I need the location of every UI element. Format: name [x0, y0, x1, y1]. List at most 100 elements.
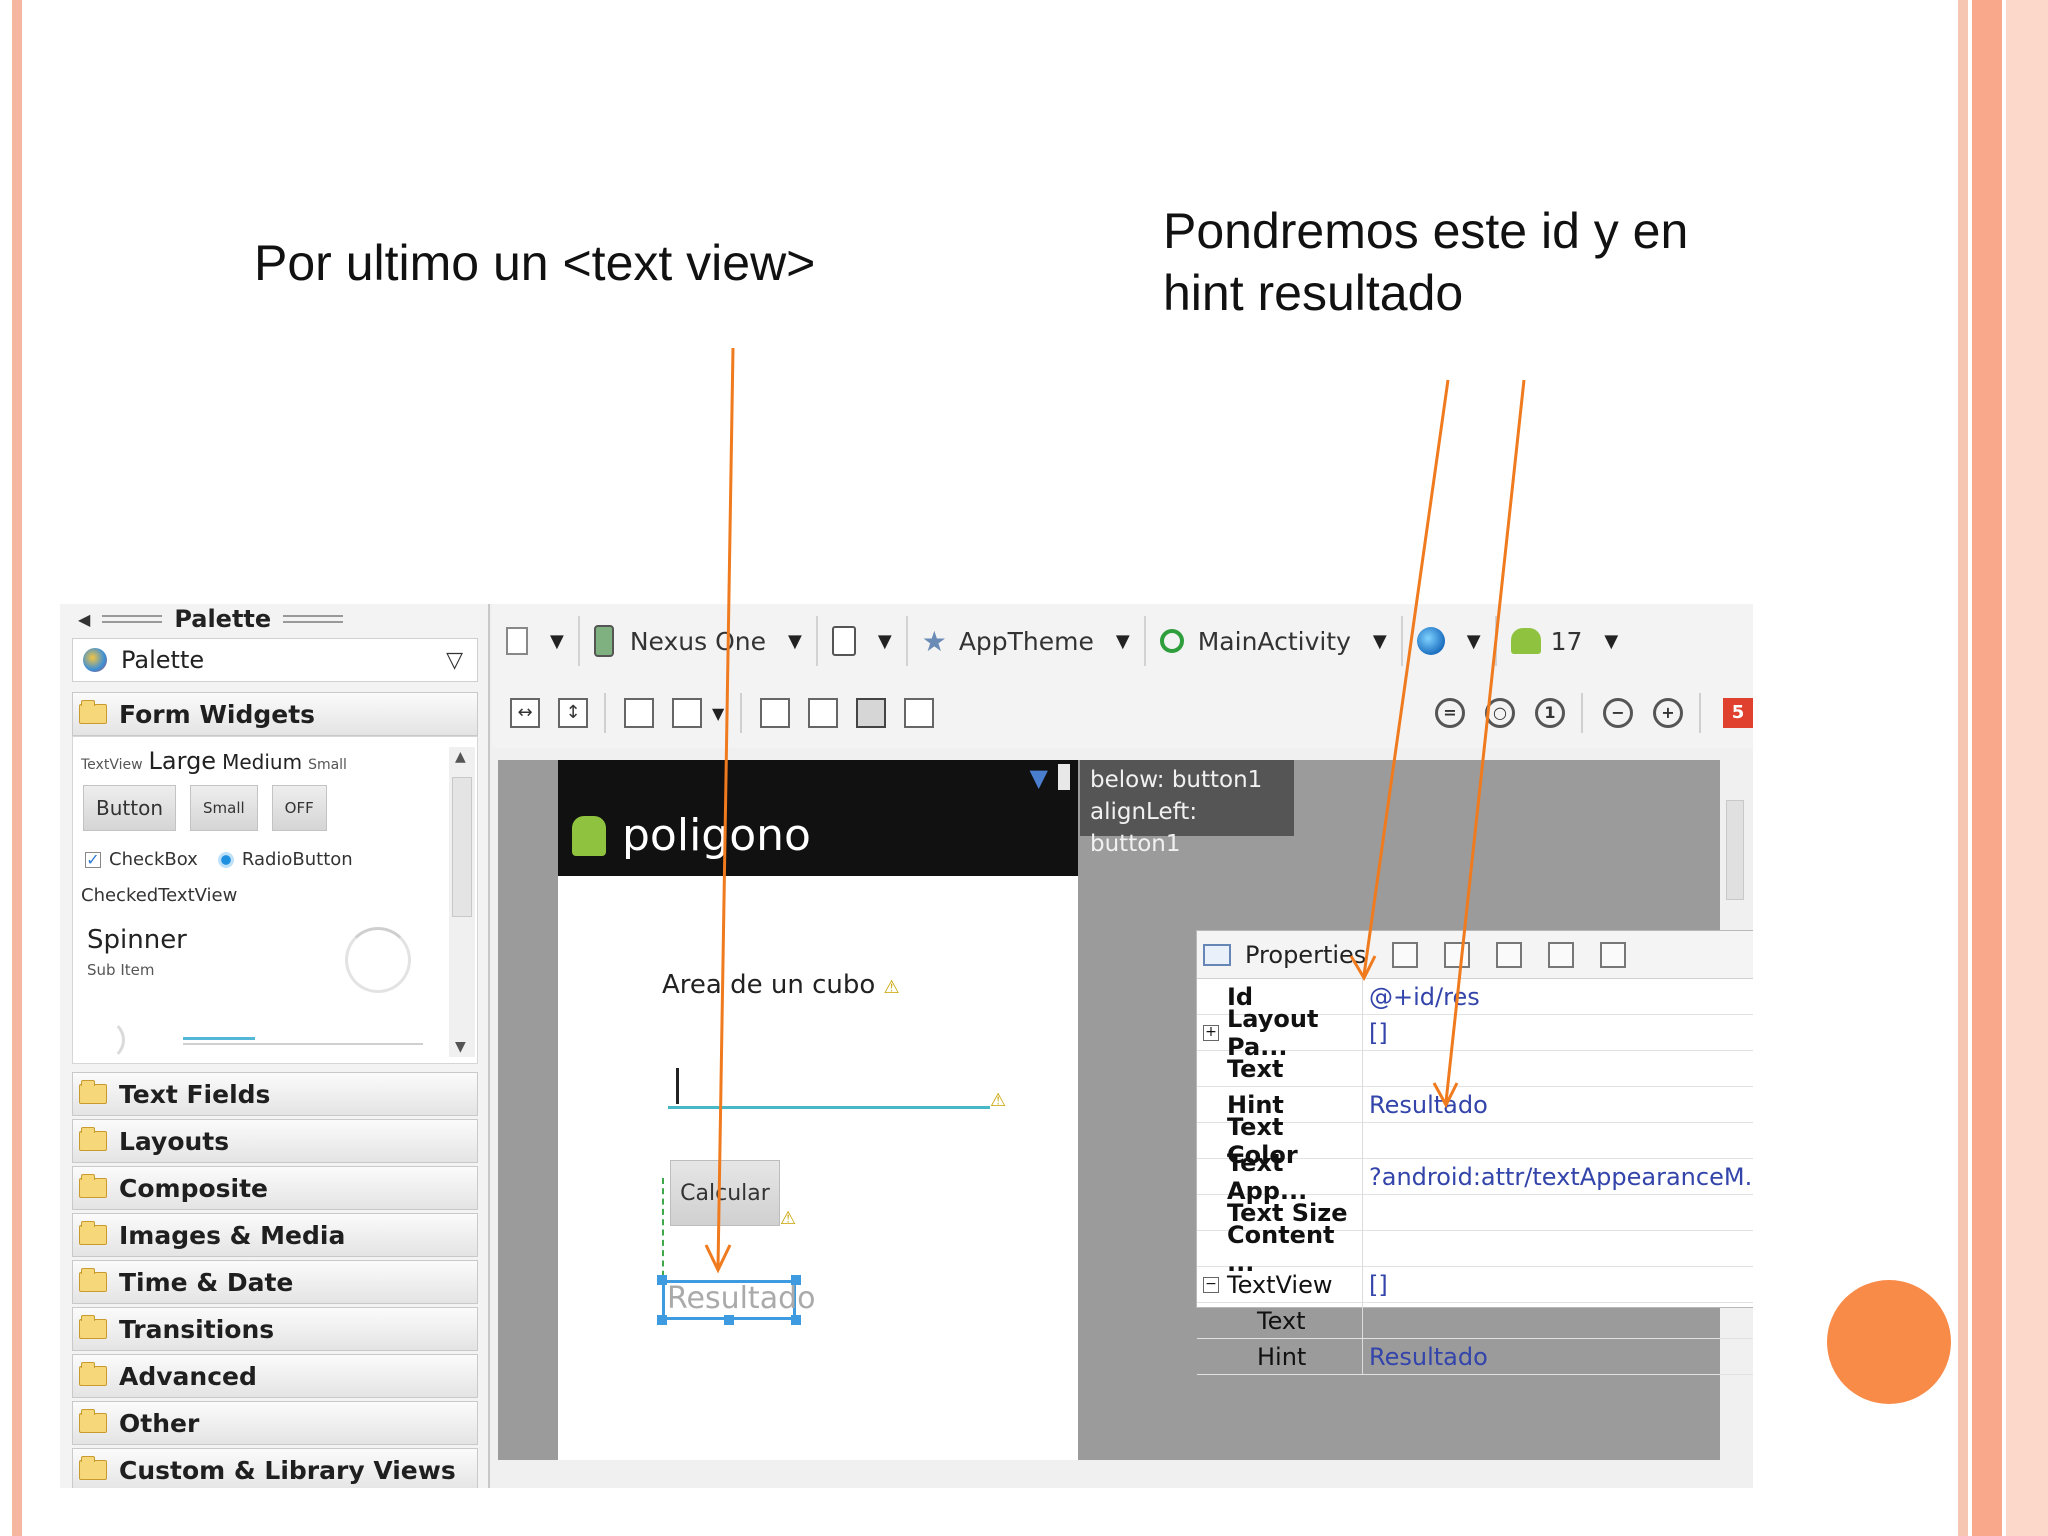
widget-progress-bar[interactable] [183, 1037, 255, 1040]
collapse-icon[interactable]: − [1203, 1277, 1219, 1293]
category-custom-library-views[interactable]: Custom & Library Views [72, 1448, 478, 1488]
widget-large-text[interactable]: Large [149, 747, 217, 775]
property-row[interactable]: Text… [1197, 1051, 1753, 1087]
advanced-properties-icon[interactable] [1496, 941, 1523, 968]
slide-right-stripe [2006, 0, 2048, 1536]
property-value[interactable] [1363, 1051, 1753, 1086]
property-row[interactable]: HintResultado… [1197, 1339, 1753, 1375]
category-label: Transitions [119, 1314, 275, 1344]
slide-left-border [12, 0, 22, 1536]
zoom-actual-icon[interactable]: 1 [1535, 698, 1565, 728]
resize-handle[interactable] [657, 1315, 667, 1325]
textview-area-label[interactable]: Area de un cubo ⚠ [662, 970, 900, 1000]
category-images-media[interactable]: Images & Media [72, 1213, 478, 1257]
widget-progress-large[interactable] [345, 927, 411, 993]
property-value[interactable]: @+id/res [1363, 979, 1753, 1014]
widget-checked-textview[interactable]: CheckedTextView [81, 885, 237, 906]
category-text-fields[interactable]: Text Fields [72, 1072, 478, 1116]
zoom-fit-icon[interactable]: = [1435, 698, 1465, 728]
widget-radiobutton[interactable]: RadioButton [242, 849, 353, 870]
resize-handle[interactable] [791, 1315, 801, 1325]
collapse-arrow-icon[interactable]: ◀ [78, 610, 90, 629]
widget-button[interactable]: Button [83, 785, 176, 831]
property-value[interactable] [1363, 1303, 1753, 1338]
widget-checkbox[interactable]: CheckBox [109, 849, 198, 870]
expand-icon[interactable]: + [1203, 1025, 1219, 1041]
widget-small-text[interactable]: Small [308, 757, 347, 773]
scroll-up-icon[interactable]: ▲ [455, 749, 466, 765]
tooltip-line: alignLeft: button1 [1090, 799, 1198, 857]
category-label: Text Fields [119, 1079, 271, 1109]
fill-width-icon[interactable]: ↔ [510, 698, 540, 728]
chevron-down-icon[interactable]: ▼ [712, 704, 724, 723]
property-value[interactable]: Resultado [1363, 1087, 1753, 1122]
category-layouts[interactable]: Layouts [72, 1119, 478, 1163]
folder-icon [79, 1127, 107, 1151]
resize-handle[interactable] [724, 1315, 734, 1325]
api-level-selector[interactable]: 17 ▼ [1497, 616, 1633, 666]
scroll-thumb[interactable] [452, 777, 472, 917]
category-transitions[interactable]: Transitions [72, 1307, 478, 1351]
selected-result-textview[interactable]: Resultado [662, 1280, 815, 1320]
widgets-scrollbar[interactable]: ▲ ▼ [449, 747, 475, 1057]
chevron-down-icon: ▼ [788, 630, 802, 652]
category-time-date[interactable]: Time & Date [72, 1260, 478, 1304]
category-other[interactable]: Other [72, 1401, 478, 1445]
property-value[interactable]: ?android:attr/textAppearanceM... [1363, 1159, 1753, 1194]
property-value[interactable]: [] [1363, 1015, 1753, 1050]
orientation-selector[interactable]: ▼ [818, 616, 908, 666]
activity-selector[interactable]: MainActivity ▼ [1146, 616, 1403, 666]
expand-icon[interactable] [672, 698, 702, 728]
star-icon: ★ [921, 624, 947, 658]
auto-connect-icon[interactable] [856, 698, 887, 728]
slide-right-stripe [1958, 0, 1968, 1536]
calcular-button[interactable]: Calcular [670, 1160, 780, 1226]
scroll-down-icon[interactable]: ▼ [455, 1039, 466, 1055]
locale-selector[interactable]: ▼ [1403, 616, 1497, 666]
resize-handle[interactable] [791, 1275, 801, 1285]
widget-textview[interactable]: TextView [81, 757, 143, 773]
property-row[interactable]: Text… [1197, 1303, 1753, 1339]
property-row[interactable]: − TextView[] [1197, 1267, 1753, 1303]
scroll-thumb[interactable] [1726, 800, 1744, 900]
edittext-input[interactable] [668, 1106, 990, 1109]
property-value[interactable] [1363, 1231, 1753, 1266]
property-row[interactable]: Text App... ?android:attr/textAppearanceM… [1197, 1149, 1753, 1205]
lint-warnings-badge[interactable]: 5 [1723, 698, 1753, 728]
align-center-icon[interactable] [808, 698, 839, 728]
theme-selector[interactable]: ★ AppTheme ▼ [908, 616, 1146, 666]
widget-spinner[interactable]: Spinner [87, 925, 187, 955]
category-advanced[interactable]: Advanced [72, 1354, 478, 1398]
align-baseline-icon[interactable] [760, 698, 791, 728]
canvas-horizontal-scrollbar[interactable] [498, 1460, 1720, 1488]
property-row[interactable]: + Layout Pa...[] [1197, 1005, 1753, 1061]
relative-layout-icon[interactable] [904, 698, 935, 728]
property-value[interactable]: [] [1363, 1267, 1753, 1302]
collapse-all-icon[interactable] [1600, 941, 1627, 968]
device-selector[interactable]: Nexus One ▼ [580, 616, 818, 666]
config-chooser[interactable]: ▼ [492, 616, 580, 666]
property-value[interactable] [1363, 1195, 1753, 1230]
category-composite[interactable]: Composite [72, 1166, 478, 1210]
zoom-in-icon[interactable]: + [1653, 698, 1683, 728]
property-row[interactable]: Content ...… [1197, 1221, 1753, 1277]
expand-all-icon[interactable] [1548, 941, 1575, 968]
filter-icon[interactable] [1392, 941, 1419, 968]
widget-seekbar[interactable] [183, 1043, 423, 1045]
sort-az-icon[interactable] [1444, 941, 1471, 968]
zoom-emulate-icon[interactable]: ○ [1485, 698, 1515, 728]
widget-progress-small[interactable] [83, 1019, 125, 1061]
button-row: Button Small OFF [83, 785, 327, 831]
zoom-out-icon[interactable]: − [1603, 698, 1633, 728]
widget-small-button[interactable]: Small [190, 785, 258, 831]
palette-dropdown[interactable]: Palette ▽ [72, 638, 478, 682]
margins-icon[interactable] [624, 698, 654, 728]
property-value[interactable]: Resultado [1363, 1339, 1753, 1374]
resize-handle[interactable] [657, 1275, 667, 1285]
property-name: Text [1197, 1303, 1363, 1338]
category-form-widgets[interactable]: Form Widgets [72, 692, 478, 736]
widget-toggle-button[interactable]: OFF [271, 785, 327, 831]
widget-medium-text[interactable]: Medium [222, 750, 302, 774]
property-value[interactable] [1363, 1123, 1753, 1158]
fill-height-icon[interactable]: ↕ [558, 698, 588, 728]
